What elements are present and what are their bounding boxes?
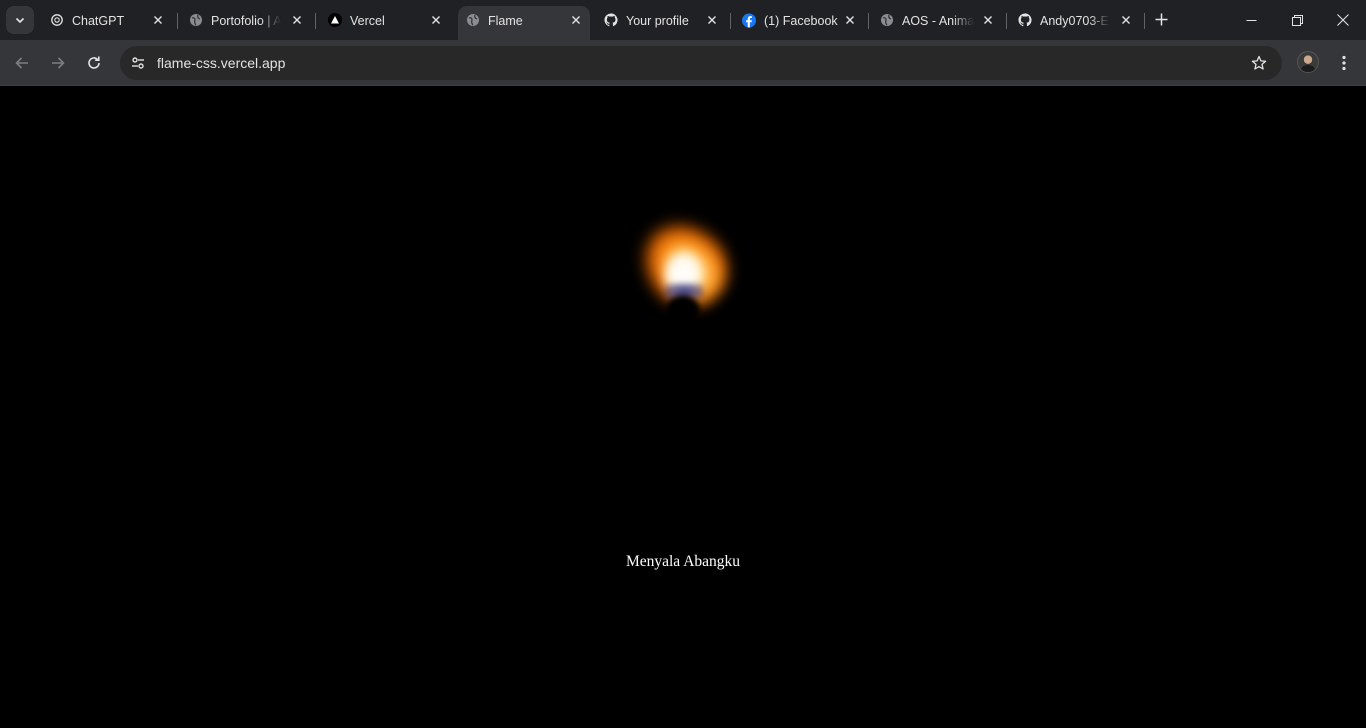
chevron-down-icon xyxy=(15,17,25,24)
close-tab-icon[interactable] xyxy=(842,12,858,28)
candle-wick xyxy=(666,295,700,325)
tab-separator xyxy=(1006,13,1007,29)
github-icon xyxy=(1018,13,1032,27)
tab-title: ChatGPT xyxy=(72,14,125,28)
plus-icon xyxy=(1155,13,1167,25)
reload-button[interactable] xyxy=(80,49,108,77)
tab-chatgpt[interactable]: ChatGPT xyxy=(42,6,172,34)
minimize-icon xyxy=(1246,19,1256,21)
page-caption: Menyala Abangku xyxy=(625,553,741,570)
tab-title: AOS - Anima xyxy=(902,14,974,28)
more-vert-icon xyxy=(1342,55,1346,71)
arrow-right-icon xyxy=(52,57,65,69)
tab-aos[interactable]: AOS - Anima xyxy=(872,6,1002,34)
tab-title: Flame xyxy=(488,14,523,28)
minimize-button[interactable] xyxy=(1228,0,1274,40)
tab-separator xyxy=(177,13,178,29)
new-tab-button[interactable] xyxy=(1150,8,1172,30)
browser-menu-button[interactable] xyxy=(1332,49,1356,77)
tab-flame[interactable]: Flame xyxy=(458,6,590,40)
tab-title: Your profile xyxy=(626,14,689,28)
reload-icon xyxy=(88,56,100,69)
close-tab-icon[interactable] xyxy=(428,12,444,28)
tab-title: (1) Facebook xyxy=(764,14,838,28)
close-tab-icon[interactable] xyxy=(704,12,720,28)
tab-your-profile[interactable]: Your profile xyxy=(596,6,726,34)
star-icon xyxy=(1251,55,1267,70)
github-icon xyxy=(604,13,618,27)
restore-button[interactable] xyxy=(1274,0,1320,40)
profile-avatar[interactable] xyxy=(1297,51,1319,73)
facebook-icon xyxy=(742,13,756,27)
tab-separator xyxy=(315,13,316,29)
tab-title: Vercel xyxy=(350,14,385,28)
forward-button[interactable] xyxy=(44,49,72,77)
close-tab-icon[interactable] xyxy=(150,12,166,28)
tab-title: Andy0703-E xyxy=(1040,14,1109,28)
close-window-button[interactable] xyxy=(1320,0,1366,40)
tab-separator xyxy=(868,13,869,29)
globe-icon xyxy=(189,13,203,27)
restore-icon xyxy=(1291,14,1303,26)
close-tab-icon[interactable] xyxy=(980,12,996,28)
vercel-icon xyxy=(328,13,342,27)
tab-facebook[interactable]: (1) Facebook xyxy=(734,6,864,34)
tab-strip: ChatGPT Portofolio | A Vercel Flame Your… xyxy=(0,0,1366,40)
arrow-left-icon xyxy=(15,57,28,69)
tab-search-button[interactable] xyxy=(6,6,34,34)
flame-graphic xyxy=(615,195,747,327)
tab-andy0703[interactable]: Andy0703-E xyxy=(1010,6,1140,34)
tab-separator xyxy=(1144,13,1145,29)
address-bar[interactable]: flame-css.vercel.app xyxy=(120,46,1282,80)
tab-vercel[interactable]: Vercel xyxy=(320,6,450,34)
bookmark-star-button[interactable] xyxy=(1250,54,1268,72)
close-tab-icon[interactable] xyxy=(289,12,305,28)
globe-icon xyxy=(466,13,480,27)
tab-portofolio[interactable]: Portofolio | A xyxy=(181,6,311,34)
openai-icon xyxy=(50,13,64,27)
globe-icon xyxy=(880,13,894,27)
back-button[interactable] xyxy=(8,49,36,77)
tab-title: Portofolio | A xyxy=(211,14,281,28)
tab-separator xyxy=(730,13,731,29)
tune-icon xyxy=(132,57,144,69)
site-info-button[interactable] xyxy=(124,49,152,77)
page-viewport: Menyala Abangku xyxy=(0,87,1366,728)
close-tab-icon[interactable] xyxy=(1118,12,1134,28)
close-icon xyxy=(1337,14,1349,26)
browser-toolbar: flame-css.vercel.app xyxy=(0,40,1366,86)
url-text[interactable]: flame-css.vercel.app xyxy=(157,55,285,71)
close-tab-icon[interactable] xyxy=(568,12,584,28)
